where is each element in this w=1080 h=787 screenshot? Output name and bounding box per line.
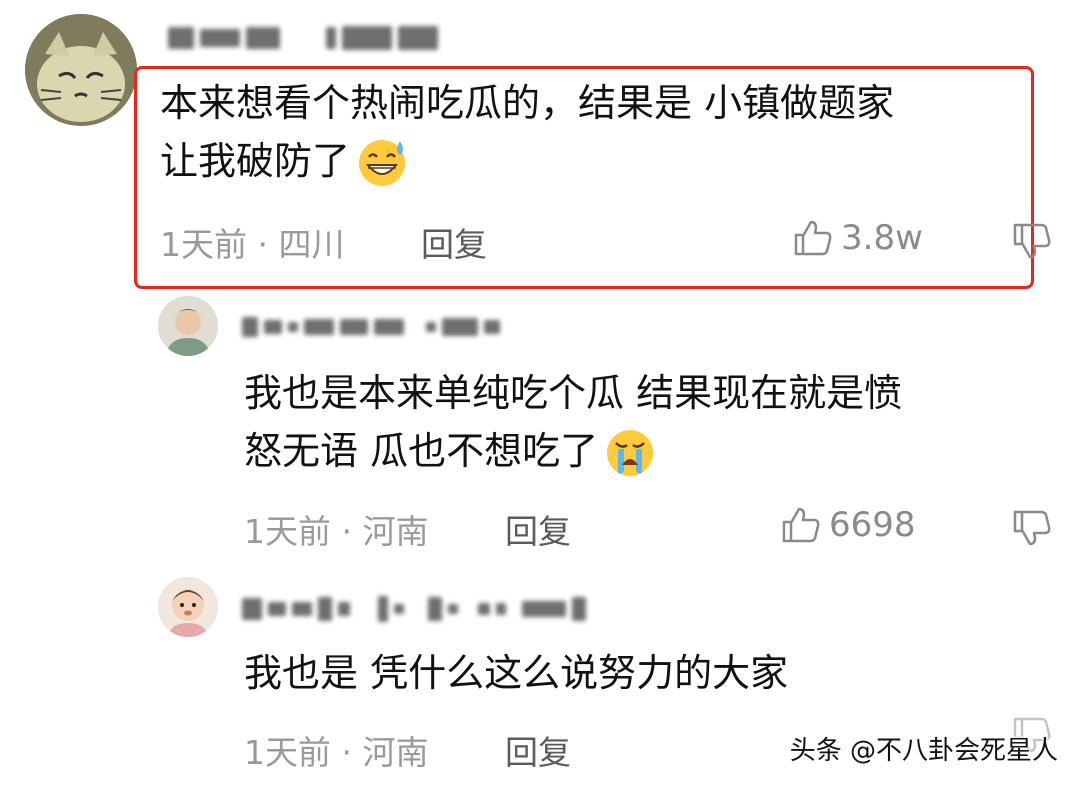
- person-avatar-icon: [158, 296, 218, 356]
- avatar[interactable]: [158, 577, 218, 637]
- thumbs-down-icon: [1013, 510, 1051, 546]
- comment-time-location: 1天前 · 四川: [160, 225, 345, 264]
- username-blurred[interactable]: [242, 594, 586, 624]
- avatar[interactable]: [25, 14, 137, 126]
- comment-text: 我也是 凭什么这么说努力的大家: [244, 651, 789, 695]
- comment-text-line1: 我也是本来单纯吃个瓜 结果现在就是愤: [244, 371, 903, 415]
- dislike-button[interactable]: [1012, 222, 1052, 264]
- like-button[interactable]: 6698: [781, 505, 916, 545]
- comment-text-line1: 本来想看个热闹吃瓜的，结果是 小镇做题家: [160, 81, 895, 125]
- username-blurred[interactable]: [168, 24, 438, 52]
- like-count: 3.8w: [841, 218, 923, 258]
- comment-text-line2-content: 让我破防了: [160, 139, 351, 183]
- comment-text-line2: 让我破防了: [160, 134, 410, 188]
- grinning-sweat-emoji-icon: [359, 140, 406, 186]
- username-blurred[interactable]: [242, 314, 500, 340]
- baby-avatar-icon: [158, 577, 218, 637]
- thumbs-up-icon: [794, 220, 832, 256]
- dislike-button[interactable]: [1012, 509, 1052, 551]
- like-count: 6698: [829, 505, 916, 545]
- watermark: 头条 @不八卦会死星人: [789, 736, 1058, 766]
- comment-text-line2-content: 怒无语 瓜也不想吃了: [244, 429, 599, 473]
- comment-text-line2: 怒无语 瓜也不想吃了: [244, 424, 658, 478]
- comment-time-location: 1天前 · 河南: [244, 512, 429, 551]
- reply-button[interactable]: 回复: [505, 505, 571, 553]
- comment-time-location: 1天前 · 河南: [244, 733, 429, 772]
- reply-button[interactable]: 回复: [421, 218, 487, 266]
- thumbs-down-icon: [1013, 223, 1051, 259]
- loudly-crying-emoji-icon: [607, 430, 654, 476]
- cat-avatar-icon: [25, 14, 137, 126]
- reply-button[interactable]: 回复: [505, 726, 571, 774]
- like-button[interactable]: 3.8w: [793, 218, 923, 258]
- avatar[interactable]: [158, 296, 218, 356]
- thumbs-up-icon: [782, 507, 820, 543]
